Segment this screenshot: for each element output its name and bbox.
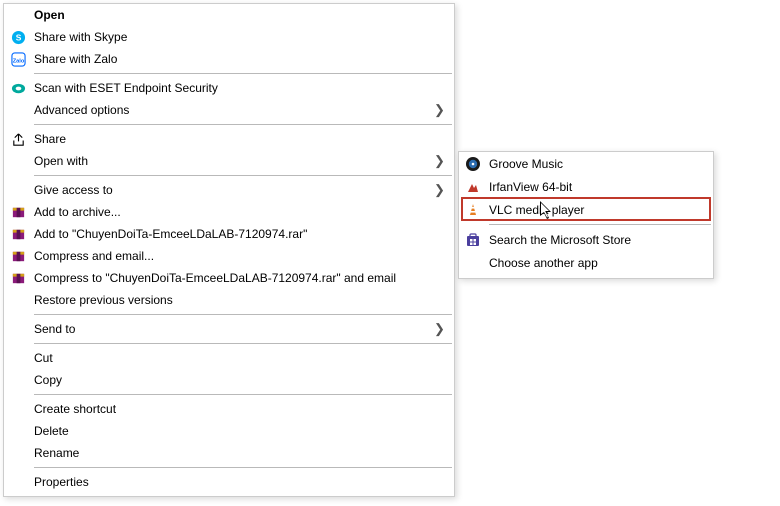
irfanview-icon [463,179,483,195]
submenu-label: Search the Microsoft Store [483,233,705,247]
menu-item-compress-to-named-email[interactable]: Compress to "ChuyenDoiTa-EmceeLDaLAB-712… [4,267,454,289]
menu-label: Cut [28,351,446,365]
menu-label: Add to "ChuyenDoiTa-EmceeLDaLAB-7120974.… [28,227,446,241]
zalo-icon: Zalo [8,52,28,67]
menu-separator [34,314,452,315]
menu-label: Open with [28,154,434,168]
menu-label: Share [28,132,446,146]
menu-label: Open [28,8,446,22]
winrar-icon [8,205,28,220]
menu-label: Restore previous versions [28,293,446,307]
menu-item-advanced-options[interactable]: Advanced options ❯ [4,99,454,121]
menu-label: Scan with ESET Endpoint Security [28,81,446,95]
menu-item-delete[interactable]: Delete [4,420,454,442]
menu-label: Rename [28,446,446,460]
winrar-icon [8,227,28,242]
menu-item-add-to-named-archive[interactable]: Add to "ChuyenDoiTa-EmceeLDaLAB-7120974.… [4,223,454,245]
submenu-label: IrfanView 64-bit [483,180,705,194]
menu-separator [489,224,711,225]
submenu-item-irfanview[interactable]: IrfanView 64-bit [459,175,713,198]
menu-label: Share with Skype [28,30,446,44]
menu-item-share[interactable]: Share [4,128,454,150]
microsoft-store-icon [463,232,483,248]
menu-item-open[interactable]: Open [4,4,454,26]
submenu-arrow-icon: ❯ [434,153,446,169]
menu-label: Properties [28,475,446,489]
context-menu-open-with: Groove Music IrfanView 64-bit VLC media … [458,151,714,279]
skype-icon: S [8,30,28,45]
winrar-icon [8,271,28,286]
groove-music-icon [463,156,483,172]
svg-text:Zalo: Zalo [12,58,24,64]
menu-separator [34,124,452,125]
menu-separator [34,394,452,395]
svg-text:S: S [15,32,21,42]
menu-label: Advanced options [28,103,434,117]
menu-label: Give access to [28,183,434,197]
menu-label: Add to archive... [28,205,446,219]
menu-label: Send to [28,322,434,336]
menu-item-share-skype[interactable]: S Share with Skype [4,26,454,48]
menu-item-copy[interactable]: Copy [4,369,454,391]
menu-item-give-access-to[interactable]: Give access to ❯ [4,179,454,201]
menu-item-open-with[interactable]: Open with ❯ [4,150,454,172]
menu-item-compress-email[interactable]: Compress and email... [4,245,454,267]
submenu-item-vlc[interactable]: VLC media player [459,198,713,221]
context-menu-main: Open S Share with Skype Zalo Share with … [3,3,455,497]
submenu-arrow-icon: ❯ [434,182,446,198]
menu-label: Compress to "ChuyenDoiTa-EmceeLDaLAB-712… [28,271,446,285]
submenu-arrow-icon: ❯ [434,321,446,337]
submenu-arrow-icon: ❯ [434,102,446,118]
menu-label: Delete [28,424,446,438]
menu-item-send-to[interactable]: Send to ❯ [4,318,454,340]
menu-separator [34,73,452,74]
vlc-icon [463,202,483,218]
menu-item-share-zalo[interactable]: Zalo Share with Zalo [4,48,454,70]
menu-padding [4,493,454,496]
menu-label: Create shortcut [28,402,446,416]
menu-item-properties[interactable]: Properties [4,471,454,493]
submenu-label: VLC media player [483,203,705,217]
menu-item-add-to-archive[interactable]: Add to archive... [4,201,454,223]
menu-item-scan-eset[interactable]: Scan with ESET Endpoint Security [4,77,454,99]
menu-item-restore-previous[interactable]: Restore previous versions [4,289,454,311]
menu-item-cut[interactable]: Cut [4,347,454,369]
submenu-item-choose-another[interactable]: Choose another app [459,251,713,274]
menu-label: Copy [28,373,446,387]
eset-icon [8,81,28,96]
submenu-label: Groove Music [483,157,705,171]
submenu-item-search-store[interactable]: Search the Microsoft Store [459,228,713,251]
menu-label: Compress and email... [28,249,446,263]
menu-separator [34,343,452,344]
menu-item-create-shortcut[interactable]: Create shortcut [4,398,454,420]
menu-separator [34,467,452,468]
submenu-item-groove-music[interactable]: Groove Music [459,152,713,175]
menu-separator [34,175,452,176]
submenu-label: Choose another app [483,256,705,270]
share-icon [8,132,28,147]
menu-label: Share with Zalo [28,52,446,66]
menu-item-rename[interactable]: Rename [4,442,454,464]
winrar-icon [8,249,28,264]
